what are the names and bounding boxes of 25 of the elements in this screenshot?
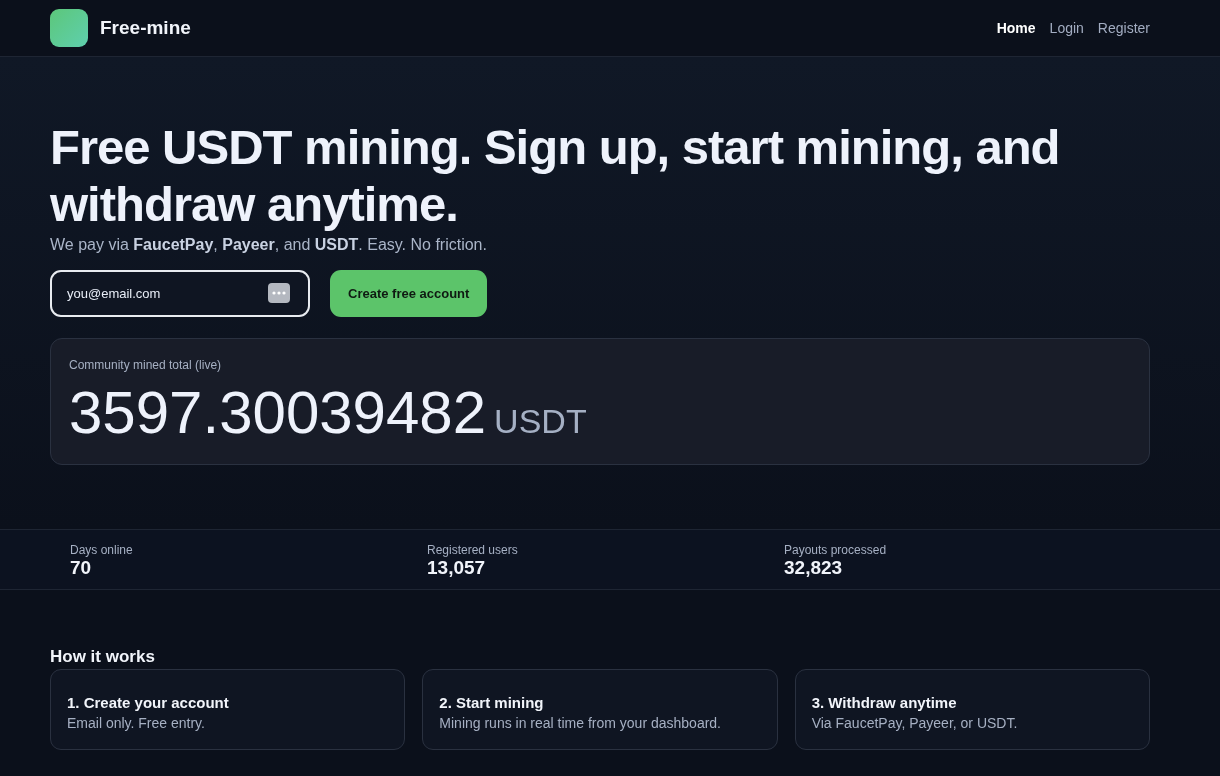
nav-link[interactable]: Login bbox=[1049, 20, 1084, 36]
counter-label: Community mined total (live) bbox=[69, 358, 223, 372]
section-title: How it works bbox=[50, 647, 156, 667]
counter-unit: USDT bbox=[494, 402, 587, 441]
stat-value: 13,057 bbox=[427, 557, 487, 579]
nav-link[interactable]: Home bbox=[996, 20, 1036, 36]
step-text: Email only. Free entry. bbox=[67, 715, 206, 731]
step-title: 3. Withdraw anytime bbox=[811, 694, 958, 711]
create-account-button[interactable]: Create free account bbox=[330, 270, 488, 317]
hero-title: Free USDT mining. Sign up, start mining, and withdraw anytime. bbox=[50, 119, 1061, 233]
stat-value: 32,823 bbox=[784, 557, 844, 579]
stat-value: 70 bbox=[70, 557, 93, 579]
step-text: Via FaucetPay, Payeer, or USDT. bbox=[811, 715, 1019, 731]
email-field[interactable]: you@email.com bbox=[50, 270, 310, 317]
brand-name: Free-mine bbox=[100, 17, 191, 39]
step-title: 1. Create your account bbox=[67, 694, 230, 711]
password-manager-icon[interactable] bbox=[268, 283, 290, 303]
stat-label: Registered users bbox=[427, 543, 519, 557]
stat-label: Days online bbox=[70, 543, 134, 557]
nav-link[interactable]: Register bbox=[1097, 20, 1150, 36]
step-title: 2. Start mining bbox=[439, 694, 545, 711]
stat-label: Payouts processed bbox=[784, 543, 888, 557]
counter-value: 3597.30039482 bbox=[69, 378, 487, 447]
step-text: Mining runs in real time from your dashboard. bbox=[439, 715, 722, 731]
hero-subtitle: We pay via FaucetPay, Payeer, and USDT. Easy. No friction. bbox=[50, 236, 488, 254]
